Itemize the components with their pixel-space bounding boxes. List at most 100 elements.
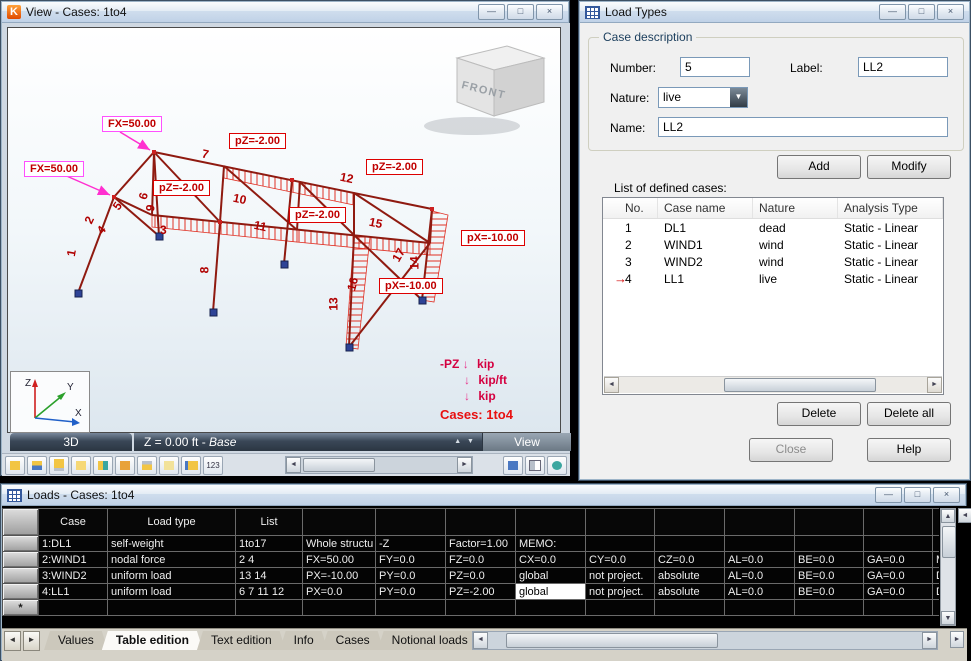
loads-cell[interactable]: CZ=0.0	[655, 552, 725, 568]
scroll-left-icon[interactable]: ◄	[604, 377, 619, 393]
loads-cell[interactable]: 13 14	[236, 568, 303, 584]
name-field[interactable]	[658, 117, 948, 137]
row-header[interactable]	[3, 568, 39, 584]
scrollbar-thumb[interactable]	[303, 458, 375, 472]
tab-info[interactable]: Info	[280, 631, 328, 650]
loads-cell[interactable]: FZ=0.0	[446, 552, 516, 568]
loads-cell[interactable]: GA=0.0	[864, 552, 933, 568]
tab-scroll-right-icon[interactable]: ►	[23, 631, 40, 651]
status-scroll-icons[interactable]: ▲ ▼	[454, 433, 476, 451]
pane-split-left-icon[interactable]: ◄	[958, 508, 971, 523]
loads-cell[interactable]: 3:WIND2	[39, 568, 108, 584]
loads-cell[interactable]: nodal force	[108, 552, 236, 568]
layout-icon[interactable]	[525, 456, 545, 475]
row-header[interactable]	[3, 552, 39, 568]
scroll-down-icon[interactable]: ▼	[941, 611, 955, 625]
loads-cell[interactable]: self-weight	[108, 536, 236, 552]
loads-cell[interactable]: 6 7 11 12	[236, 584, 303, 600]
load-record-row[interactable]: 1:DL1 self-weight 1to17 Whole structu -Z…	[3, 536, 940, 552]
scroll-right-icon[interactable]: ►	[457, 457, 472, 473]
new-record-row[interactable]: *	[3, 600, 940, 616]
chevron-down-icon[interactable]: ▼	[730, 88, 747, 107]
loads-cell[interactable]	[655, 536, 725, 552]
pane-split-right-icon[interactable]: ►	[950, 631, 964, 648]
loads-cell[interactable]: PY=0.0	[376, 568, 446, 584]
loads-cell[interactable]: AL=0.0	[725, 584, 795, 600]
number-field[interactable]	[680, 57, 750, 77]
view-horizontal-scrollbar[interactable]: ◄ ►	[285, 456, 473, 474]
loads-cell[interactable]	[795, 536, 864, 552]
loads-cell[interactable]: D	[933, 568, 940, 584]
tab-text-edition[interactable]: Text edition	[197, 631, 286, 650]
minimize-icon[interactable]: —	[875, 487, 902, 503]
loads-cell[interactable]: AL=0.0	[725, 568, 795, 584]
view-toolbar-icon[interactable]	[49, 456, 69, 475]
loads-cell[interactable]: FX=50.00	[303, 552, 376, 568]
scroll-up-icon[interactable]: ▲	[941, 509, 955, 523]
view-toolbar-icon[interactable]	[93, 456, 113, 475]
loads-cell[interactable]	[864, 536, 933, 552]
loads-cell[interactable]: PY=0.0	[376, 584, 446, 600]
maximize-icon[interactable]: □	[908, 4, 935, 20]
loads-cell[interactable]: uniform load	[108, 584, 236, 600]
tab-table-edition[interactable]: Table edition	[102, 631, 203, 650]
scroll-right-icon[interactable]: ►	[927, 377, 942, 393]
loads-cell[interactable]: 4:LL1	[39, 584, 108, 600]
loads-cell[interactable]: GA=0.0	[864, 568, 933, 584]
loads-cell[interactable]: 1to17	[236, 536, 303, 552]
loads-cell[interactable]: PZ=0.0	[446, 568, 516, 584]
minimize-icon[interactable]: —	[478, 4, 505, 20]
numeric-display-icon[interactable]: 123	[203, 456, 223, 475]
label-field[interactable]	[858, 57, 948, 77]
maximize-icon[interactable]: □	[904, 487, 931, 503]
case-row[interactable]: 2 WIND1 wind Static - Linear	[603, 236, 943, 253]
close-icon[interactable]: ×	[937, 4, 964, 20]
corner-cell[interactable]	[3, 509, 39, 536]
scroll-left-icon[interactable]: ◄	[286, 457, 301, 473]
modify-button[interactable]: Modify	[867, 155, 951, 179]
view-window-titlebar[interactable]: K View - Cases: 1to4 — □ ×	[2, 2, 568, 23]
loads-cell[interactable]: Factor=1.00	[446, 536, 516, 552]
view-toolbar-icon[interactable]	[159, 456, 179, 475]
loads-cell[interactable]: -Z	[376, 536, 446, 552]
add-button[interactable]: Add	[777, 155, 861, 179]
row-header[interactable]	[3, 584, 39, 600]
delete-all-button[interactable]: Delete all	[867, 402, 951, 426]
loads-cell[interactable]: M	[933, 552, 940, 568]
scrollbar-thumb[interactable]	[942, 526, 956, 558]
loads-cell[interactable]: not project.	[586, 584, 655, 600]
loads-cell[interactable]: 1:DL1	[39, 536, 108, 552]
loads-cell[interactable]: PX=0.0	[303, 584, 376, 600]
orientation-cube[interactable]: FRONT	[424, 46, 544, 135]
minimize-icon[interactable]: —	[879, 4, 906, 20]
loads-cell[interactable]: 2 4	[236, 552, 303, 568]
nature-dropdown[interactable]: live ▼	[658, 87, 748, 108]
tab-scroll-left-icon[interactable]: ◄	[4, 631, 21, 651]
view-toolbar-icon[interactable]	[115, 456, 135, 475]
loads-cell[interactable]: not project.	[586, 568, 655, 584]
load-record-row[interactable]: 4:LL1 uniform load 6 7 11 12 PX=0.0 PY=0…	[3, 584, 940, 600]
cases-horizontal-scrollbar[interactable]: ◄ ►	[604, 376, 942, 393]
delete-button[interactable]: Delete	[777, 402, 861, 426]
loads-cell[interactable]	[586, 536, 655, 552]
close-icon[interactable]: ×	[933, 487, 960, 503]
view-manager-icon[interactable]	[547, 456, 567, 475]
loads-cell[interactable]: BE=0.0	[795, 568, 864, 584]
new-row-header[interactable]: *	[3, 600, 39, 616]
loads-window-titlebar[interactable]: Loads - Cases: 1to4 — □ ×	[2, 485, 965, 506]
view-toolbar-icon[interactable]	[181, 456, 201, 475]
loads-cell[interactable]: BE=0.0	[795, 584, 864, 600]
loads-cell[interactable]: absolute	[655, 568, 725, 584]
tab-cases[interactable]: Cases	[322, 631, 384, 650]
close-icon[interactable]: ×	[536, 4, 563, 20]
view-pane-tab[interactable]: View	[482, 433, 571, 451]
loads-cell[interactable]: FY=0.0	[376, 552, 446, 568]
loads-cell[interactable]: global	[516, 568, 586, 584]
maximize-icon[interactable]: □	[507, 4, 534, 20]
scroll-right-icon[interactable]: ►	[922, 632, 937, 649]
view-toolbar-icon[interactable]	[27, 456, 47, 475]
case-row[interactable]: 3 WIND2 wind Static - Linear	[603, 253, 943, 270]
loads-cell[interactable]	[725, 536, 795, 552]
clipboard-icon[interactable]	[503, 456, 523, 475]
loads-cell[interactable]: GA=0.0	[864, 584, 933, 600]
